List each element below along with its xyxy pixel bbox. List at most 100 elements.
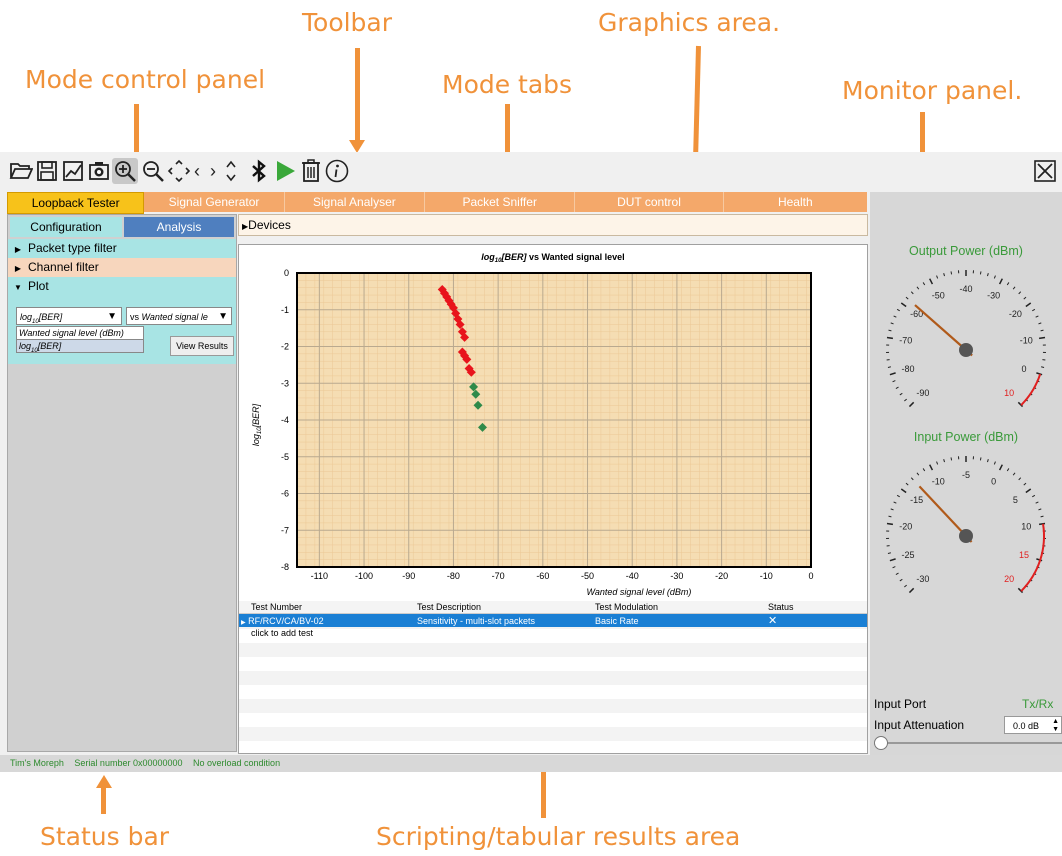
tab-signal-analyser[interactable]: Signal Analyser (285, 192, 426, 212)
tab-packet-sniffer[interactable]: Packet Sniffer (425, 192, 576, 212)
gauge-tick (887, 366, 891, 368)
tree-item-label: Plot (28, 279, 49, 293)
scroll-left-icon[interactable]: ‹ (190, 158, 204, 184)
spin-arrows-icon[interactable]: ▲ ▼ (1052, 717, 1059, 734)
attenuation-slider-handle[interactable] (874, 736, 888, 750)
gauge-tick (1023, 296, 1027, 300)
gauge-tick (893, 501, 897, 504)
tree-item-channel-filter[interactable]: ▶ Channel filter (8, 258, 236, 277)
y-tick-label: -4 (281, 415, 289, 425)
scroll-right-icon[interactable]: › (206, 158, 220, 184)
info-icon[interactable] (324, 158, 350, 184)
table-row[interactable]: ▶ RF/RCV/CA/BV-02 Sensitivity - multi-sl… (239, 613, 867, 627)
callout-mode-tabs: Mode tabs (442, 70, 573, 99)
gauge-label: 10 (1021, 521, 1031, 531)
gauge-label: 0 (991, 477, 996, 487)
input-port-value[interactable]: Tx/Rx (1022, 697, 1053, 711)
gauge-label: -10 (1020, 335, 1033, 345)
gauge-tick (998, 464, 1003, 471)
zoom-out-icon[interactable] (140, 158, 166, 184)
x-tick-label: -20 (715, 571, 728, 581)
row-indicator-icon: ▶ (241, 619, 246, 626)
gauge-label: 5 (1013, 495, 1018, 505)
gauge-tick (900, 302, 907, 308)
tab-signal-generator[interactable]: Signal Generator (144, 192, 285, 212)
scroll-vertical-icon[interactable] (222, 158, 240, 184)
x-tick-label: -100 (355, 571, 373, 581)
tab-health[interactable]: Health (724, 192, 867, 212)
save-icon[interactable] (34, 158, 60, 184)
gauge-tick (936, 275, 939, 279)
status-serial-number: Serial number 0x00000000 (74, 758, 183, 768)
gauge-tick (987, 273, 989, 277)
column-header[interactable]: Test Description (413, 601, 591, 614)
gauge-label: -50 (932, 291, 945, 301)
gauge-tick (895, 572, 899, 575)
x-axis-select[interactable]: vs Wanted signal le ▼ (126, 307, 232, 325)
open-folder-icon[interactable] (8, 158, 34, 184)
tab-configuration[interactable]: Configuration (10, 217, 122, 237)
gauge-tick (910, 477, 914, 481)
gauge-tick (892, 566, 896, 569)
dropdown-option[interactable]: Wanted signal level (dBm) (16, 326, 144, 340)
gauge-label: -40 (959, 284, 972, 294)
chart-xlabel: Wanted signal level (dBm) (587, 587, 692, 597)
y-axis-select[interactable]: log10[BER] ▼ (16, 307, 122, 325)
mode-tabs: Loopback Tester Signal Generator Signal … (7, 192, 867, 214)
input-attenuation-spinbox[interactable]: 0.0 dB ▲ ▼ (1004, 716, 1062, 734)
column-header[interactable]: Status (764, 601, 812, 614)
close-window-icon[interactable] (1032, 158, 1058, 184)
input-power-gauge: -30 -25 -20 -15 -10 -5 0 5 10 15 20 (886, 456, 1046, 594)
zoom-in-icon[interactable] (112, 158, 138, 184)
chart-ylabel: log10[BER] (251, 403, 263, 446)
gauge-label: -20 (1009, 309, 1022, 319)
x-tick-label: -30 (670, 571, 683, 581)
gauge-tick (987, 459, 989, 463)
gauge-tick (1040, 329, 1044, 332)
tab-loopback-tester[interactable]: Loopback Tester (7, 192, 145, 214)
ber-chart[interactable]: log10[BER] vs Wanted signal level log10[… (239, 245, 867, 600)
gauge-tick (1006, 468, 1010, 472)
gauge-tick (950, 271, 953, 275)
bluetooth-icon[interactable] (246, 158, 272, 184)
graphics-area: log10[BER] vs Wanted signal level log10[… (238, 244, 868, 754)
gauge-tick (899, 392, 903, 396)
status-icon[interactable]: ✕ (764, 614, 812, 627)
chart-icon[interactable] (60, 158, 86, 184)
app-window: ‹ › Loopback Tester Signal Generator Sig… (0, 152, 1062, 772)
tree-item-plot[interactable]: ▼ Plot (8, 277, 236, 296)
add-test-row[interactable]: click to add test (239, 627, 867, 638)
gauge-red-zone (1020, 373, 1042, 406)
gauge-tick (892, 380, 896, 383)
devices-bar[interactable]: ▶Devices (238, 214, 868, 236)
gauge-tick (1012, 286, 1016, 290)
test-modulation: Basic Rate (595, 615, 639, 626)
tree-item-packet-type-filter[interactable]: ▶ Packet type filter (8, 239, 236, 258)
gauge-tick (1006, 282, 1010, 286)
gauge-tick (998, 278, 1003, 285)
x-tick-label: -50 (581, 571, 594, 581)
gauge-label: 0 (1022, 364, 1027, 374)
gauge-label: 20 (1004, 574, 1014, 584)
expand-triangle-icon: ▶ (242, 222, 249, 231)
column-header[interactable]: Test Number (239, 601, 413, 614)
gauge-label: -80 (901, 364, 914, 374)
gauge-label: -90 (916, 388, 929, 398)
chevron-down-icon: ▼ (107, 311, 117, 322)
gauge-tick (900, 488, 907, 494)
attenuation-slider-track[interactable] (878, 742, 1062, 744)
play-icon[interactable] (272, 158, 298, 184)
tab-analysis[interactable]: Analysis (124, 217, 234, 237)
tab-dut-control[interactable]: DUT control (575, 192, 724, 212)
trash-icon[interactable] (298, 158, 324, 184)
pan-icon[interactable] (166, 158, 192, 184)
x-tick-label: -110 (311, 571, 328, 581)
gauge-label: 15 (1019, 550, 1029, 560)
gauge-tick (1012, 472, 1016, 476)
callout-graphics-area: Graphics area. (598, 8, 781, 37)
camera-icon[interactable] (86, 158, 112, 184)
status-overload: No overload condition (193, 758, 281, 768)
dropdown-option-selected[interactable]: log10[BER] (16, 340, 144, 354)
view-results-button[interactable]: View Results (170, 336, 234, 356)
column-header[interactable]: Test Modulation (591, 601, 764, 614)
